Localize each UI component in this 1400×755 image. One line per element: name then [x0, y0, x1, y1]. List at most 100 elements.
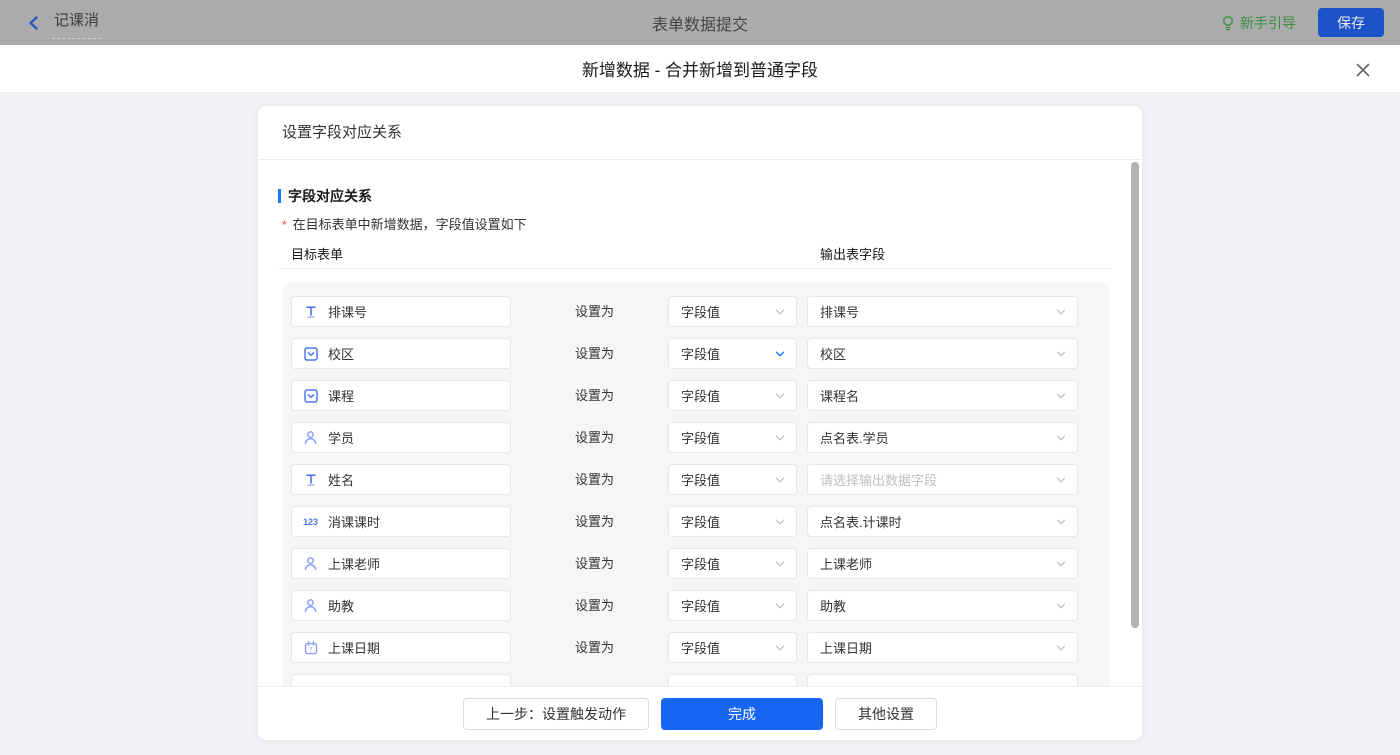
chevron-down-icon: [774, 474, 786, 486]
chevron-down-icon: [774, 600, 786, 612]
section-title-text: 字段对应关系: [288, 186, 372, 206]
other-settings-button[interactable]: 其他设置: [835, 698, 937, 730]
required-asterisk: *: [282, 218, 287, 232]
required-note-text: 在目标表单中新增数据，字段值设置如下: [293, 217, 527, 232]
set-as-label: 设置为: [575, 548, 614, 579]
target-field-label: 上课老师: [328, 554, 380, 573]
calendar-icon: 7: [302, 640, 319, 656]
method-select[interactable]: 字段值: [668, 632, 797, 663]
section-title: 字段对应关系: [278, 186, 372, 206]
mapping-row: 上课老师 设置为 字段值 上课老师: [291, 548, 1102, 579]
method-select[interactable]: 字段值: [668, 422, 797, 453]
output-field-select[interactable]: 点名表.学员: [807, 422, 1078, 453]
column-header-output-field: 输出表字段: [820, 244, 885, 263]
set-as-label: 设置为: [575, 422, 614, 453]
output-select-value: 助教: [820, 596, 1055, 615]
method-select[interactable]: 字段值: [668, 548, 797, 579]
chevron-down-icon: [1055, 600, 1067, 612]
set-as-label: 设置为: [575, 296, 614, 327]
output-field-select[interactable]: 校区: [807, 338, 1078, 369]
target-field-box[interactable]: 排课号: [291, 296, 511, 327]
method-select-value: 字段值: [681, 596, 774, 615]
save-button[interactable]: 保存: [1318, 8, 1384, 37]
previous-step-button[interactable]: 上一步：设置触发动作: [463, 698, 649, 730]
card-content: 字段对应关系 * 在目标表单中新增数据，字段值设置如下 目标表单 输出表字段 排课…: [258, 160, 1142, 686]
person-icon: [302, 598, 319, 614]
output-field-select[interactable]: 上课日期: [807, 632, 1078, 663]
chevron-down-icon: [774, 558, 786, 570]
target-field-box[interactable]: 7 上课日期: [291, 632, 511, 663]
mapping-row: 7 上课日期 设置为 字段值 上课日期: [291, 632, 1102, 663]
mapping-row: 校区 设置为 字段值 校区: [291, 338, 1102, 369]
method-select[interactable]: [668, 674, 797, 686]
method-select[interactable]: 字段值: [668, 464, 797, 495]
required-note: * 在目标表单中新增数据，字段值设置如下: [282, 214, 527, 233]
output-field-select[interactable]: 点名表.计课时: [807, 506, 1078, 537]
guide-link[interactable]: 新手引导: [1221, 13, 1296, 33]
method-select[interactable]: 字段值: [668, 296, 797, 327]
method-select-value: 字段值: [681, 302, 774, 321]
mapping-row: 123 消课课时 设置为 字段值 点名表.计课时: [291, 506, 1102, 537]
method-select[interactable]: 字段值: [668, 338, 797, 369]
target-field-label: 上课日期: [328, 638, 380, 657]
target-field-box[interactable]: 课程: [291, 380, 511, 411]
target-field-box[interactable]: 上课老师: [291, 548, 511, 579]
chevron-down-icon: [1055, 474, 1067, 486]
text-icon: [302, 304, 319, 320]
done-button[interactable]: 完成: [661, 698, 823, 730]
output-select-value: 请选择输出数据字段: [820, 470, 1055, 489]
target-field-label: 姓名: [328, 470, 354, 489]
back-button[interactable]: 记课消: [26, 7, 101, 39]
method-select[interactable]: 字段值: [668, 590, 797, 621]
set-as-label: 设置为: [575, 506, 614, 537]
target-field-box[interactable]: 姓名: [291, 464, 511, 495]
mapping-card: 设置字段对应关系 字段对应关系 * 在目标表单中新增数据，字段值设置如下 目标表单…: [258, 106, 1142, 740]
target-field-label: 学员: [328, 428, 354, 447]
topbar-title: 表单数据提交: [0, 11, 1400, 35]
column-header-target-form: 目标表单: [291, 244, 343, 263]
chevron-down-icon: [774, 432, 786, 444]
output-field-select[interactable]: [807, 674, 1078, 686]
chevron-down-icon: [774, 348, 786, 360]
output-select-value: 排课号: [820, 302, 1055, 321]
chevron-down-icon: [774, 390, 786, 402]
output-field-select[interactable]: 排课号: [807, 296, 1078, 327]
target-field-box[interactable]: [291, 674, 511, 686]
rows-container: 排课号 设置为 字段值 排课号 校区 设置为 字段值 校区: [283, 283, 1110, 686]
set-as-label: 设置为: [575, 338, 614, 369]
method-select[interactable]: 字段值: [668, 380, 797, 411]
output-select-value: 点名表.学员: [820, 428, 1055, 447]
scrollbar-thumb[interactable]: [1131, 162, 1139, 628]
target-field-label: 排课号: [328, 302, 367, 321]
card-footer: 上一步：设置触发动作 完成 其他设置: [258, 686, 1142, 740]
method-select[interactable]: 字段值: [668, 506, 797, 537]
output-field-select[interactable]: 助教: [807, 590, 1078, 621]
output-select-value: 上课日期: [820, 638, 1055, 657]
chevron-down-icon: [1055, 432, 1067, 444]
method-select-value: 字段值: [681, 428, 774, 447]
method-select-value: 字段值: [681, 512, 774, 531]
output-field-select[interactable]: 课程名: [807, 380, 1078, 411]
method-select-value: 字段值: [681, 344, 774, 363]
target-field-box[interactable]: 学员: [291, 422, 511, 453]
output-field-select[interactable]: 上课老师: [807, 548, 1078, 579]
card-title: 设置字段对应关系: [258, 106, 1142, 160]
output-select-value: 点名表.计课时: [820, 512, 1055, 531]
target-field-label: 消课课时: [328, 512, 380, 531]
target-field-box[interactable]: 123 消课课时: [291, 506, 511, 537]
close-icon[interactable]: [1352, 59, 1374, 81]
dialog-title: 新增数据 - 合并新增到普通字段: [582, 56, 818, 81]
select-icon: [302, 388, 319, 404]
target-field-box[interactable]: 助教: [291, 590, 511, 621]
set-as-label: 设置为: [575, 464, 614, 495]
target-field-box[interactable]: 校区: [291, 338, 511, 369]
chevron-down-icon: [1055, 348, 1067, 360]
chevron-down-icon: [1055, 516, 1067, 528]
number-icon: 123: [302, 514, 319, 530]
back-label: 记课消: [52, 7, 101, 39]
target-field-label: 课程: [328, 386, 354, 405]
topbar: 记课消 表单数据提交 新手引导 保存: [0, 0, 1400, 45]
output-field-select[interactable]: 请选择输出数据字段: [807, 464, 1078, 495]
method-select-value: 字段值: [681, 470, 774, 489]
dialog-body: 设置字段对应关系 字段对应关系 * 在目标表单中新增数据，字段值设置如下 目标表单…: [0, 93, 1400, 755]
